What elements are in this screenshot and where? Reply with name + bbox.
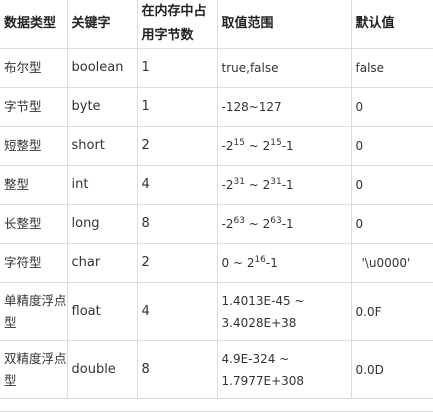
table-row: 布尔型 boolean 1 true,false false (0, 48, 433, 88)
range-separator: ~ 2 (244, 217, 271, 231)
cell-keyword: long (66, 204, 138, 244)
cell-range: true,false (216, 48, 352, 88)
cell-bytes: 1 (136, 48, 218, 88)
cell-default: false (350, 48, 433, 88)
cell-type: 双精度浮点型 (0, 340, 68, 399)
header-bytes: 在内存中占用字节数 (136, 0, 218, 49)
header-keyword: 关键字 (66, 0, 138, 49)
range-line-min: 1.4013E-45 ~ (221, 293, 305, 308)
cell-keyword: double (66, 340, 138, 399)
cell-keyword: int (66, 165, 138, 205)
cell-bytes: 2 (136, 243, 218, 283)
table-row: 字节型 byte 1 -128~127 0 (0, 87, 433, 127)
cell-range: -128~127 (216, 87, 352, 127)
range-exponent-high: 31 (270, 177, 282, 187)
cell-type: 单精度浮点型 (0, 282, 68, 341)
range-separator: ~ 2 (244, 178, 271, 192)
range-separator: ~ 2 (244, 139, 271, 153)
range-suffix: -1 (281, 139, 294, 153)
range-exponent-low: 15 (233, 138, 245, 148)
cell-range: -231 ~ 231-1 (216, 165, 352, 205)
range-line-max: 1.7977E+308 (221, 373, 305, 388)
range-exponent-high: 63 (270, 216, 282, 226)
cell-bytes: 8 (136, 204, 218, 244)
range-suffix: -1 (281, 178, 294, 192)
cell-keyword: boolean (66, 48, 138, 88)
range-exponent-low: 31 (233, 177, 245, 187)
cell-type: 整型 (0, 165, 68, 205)
header-range: 取值范围 (216, 0, 352, 49)
range-line-max: 3.4028E+38 (221, 315, 297, 330)
table-row: 单精度浮点型 float 4 1.4013E-45 ~ 3.4028E+38 0.… (0, 282, 433, 341)
cell-default: 0 (350, 126, 433, 166)
cell-type: 字节型 (0, 87, 68, 127)
cell-range: 4.9E-324 ~ 1.7977E+308 (216, 340, 352, 399)
range-exponent-low: 63 (233, 216, 245, 226)
table-row: 双精度浮点型 double 8 4.9E-324 ~ 1.7977E+308 0.… (0, 340, 433, 399)
range-suffix: -1 (265, 256, 278, 270)
cell-bytes: 1 (136, 87, 218, 127)
cell-type: 布尔型 (0, 48, 68, 88)
cell-range: -215 ~ 215-1 (216, 126, 352, 166)
range-exponent-high: 16 (254, 255, 266, 265)
header-data-type: 数据类型 (0, 0, 68, 49)
cell-range: -263 ~ 263-1 (216, 204, 352, 244)
cell-type: 字符型 (0, 243, 68, 283)
cell-default: 0.0F (350, 282, 433, 341)
cell-range: 1.4013E-45 ~ 3.4028E+38 (216, 282, 352, 341)
cell-type: 短整型 (0, 126, 68, 166)
range-line-min: 4.9E-324 ~ (221, 351, 290, 366)
table-row: 字符型 char 2 0 ~ 216-1 '\u0000' (0, 243, 433, 283)
range-base: -2 (221, 217, 234, 231)
cell-keyword: char (66, 243, 138, 283)
cell-default: 0 (350, 204, 433, 244)
range-base: -2 (221, 139, 234, 153)
cell-default: 0.0D (350, 340, 433, 399)
range-base: 0 ~ 2 (221, 256, 255, 270)
range-exponent-high: 15 (270, 138, 282, 148)
cell-default: 0 (350, 87, 433, 127)
table-row: 整型 int 4 -231 ~ 231-1 0 (0, 165, 433, 205)
cell-bytes: 8 (136, 340, 218, 399)
cell-range: 0 ~ 216-1 (216, 243, 352, 283)
range-base: -2 (221, 178, 234, 192)
cell-type: 长整型 (0, 204, 68, 244)
table-row: 长整型 long 8 -263 ~ 263-1 0 (0, 204, 433, 244)
cell-bytes: 4 (136, 165, 218, 205)
cell-keyword: float (66, 282, 138, 341)
header-default: 默认值 (350, 0, 433, 49)
cell-default: '\u0000' (350, 243, 433, 283)
java-primitive-types-table: 数据类型 关键字 在内存中占用字节数 取值范围 默认值 布尔型 boolean … (0, 0, 433, 399)
cell-default: 0 (350, 165, 433, 205)
cell-keyword: short (66, 126, 138, 166)
data-types-table-container: 数据类型 关键字 在内存中占用字节数 取值范围 默认值 布尔型 boolean … (0, 0, 433, 412)
cell-bytes: 4 (136, 282, 218, 341)
cell-keyword: byte (66, 87, 138, 127)
cell-bytes: 2 (136, 126, 218, 166)
range-suffix: -1 (281, 217, 294, 231)
table-header-row: 数据类型 关键字 在内存中占用字节数 取值范围 默认值 (0, 0, 433, 49)
table-row: 短整型 short 2 -215 ~ 215-1 0 (0, 126, 433, 166)
